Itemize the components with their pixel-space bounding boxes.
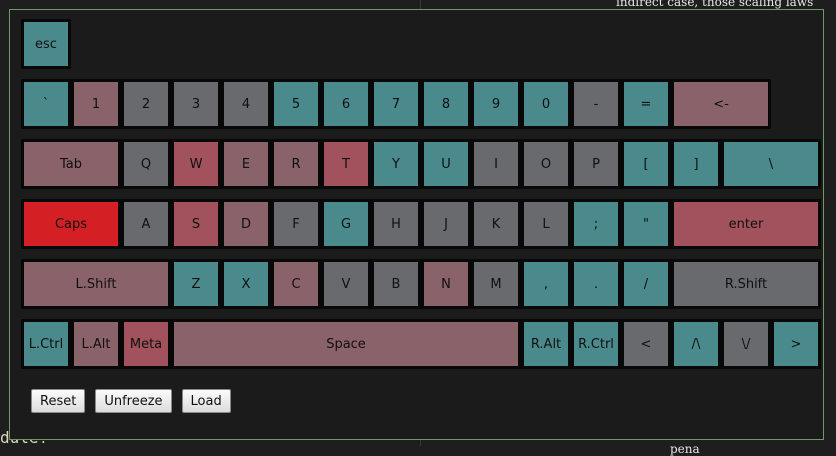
key-4[interactable]: 4 bbox=[221, 79, 271, 129]
key-l[interactable]: L bbox=[521, 199, 571, 249]
key-n[interactable]: N bbox=[421, 259, 471, 309]
key-sym-1-11[interactable]: - bbox=[571, 79, 621, 129]
key-sym-2-12[interactable]: ] bbox=[671, 139, 721, 189]
key-2[interactable]: 2 bbox=[121, 79, 171, 129]
key-z[interactable]: Z bbox=[171, 259, 221, 309]
key-meta[interactable]: Meta bbox=[121, 319, 171, 369]
load-button[interactable]: Load bbox=[181, 389, 231, 413]
key-0[interactable]: 0 bbox=[521, 79, 571, 129]
key-u[interactable]: U bbox=[421, 139, 471, 189]
key-e[interactable]: E bbox=[221, 139, 271, 189]
key-8[interactable]: 8 bbox=[421, 79, 471, 129]
key-sym-1-12[interactable]: = bbox=[621, 79, 671, 129]
key-h[interactable]: H bbox=[371, 199, 421, 249]
key-sym-5-8[interactable]: \/ bbox=[721, 319, 771, 369]
key-l-ctrl[interactable]: L.Ctrl bbox=[21, 319, 71, 369]
key-sym-2-11[interactable]: [ bbox=[621, 139, 671, 189]
key-r-alt[interactable]: R.Alt bbox=[521, 319, 571, 369]
key-r-shift[interactable]: R.Shift bbox=[671, 259, 821, 309]
key-7[interactable]: 7 bbox=[371, 79, 421, 129]
key-r[interactable]: R bbox=[271, 139, 321, 189]
key-sym-1-0[interactable]: ` bbox=[21, 79, 71, 129]
key-9[interactable]: 9 bbox=[471, 79, 521, 129]
key-p[interactable]: P bbox=[571, 139, 621, 189]
key-a[interactable]: A bbox=[121, 199, 171, 249]
key-g[interactable]: G bbox=[321, 199, 371, 249]
key-y[interactable]: Y bbox=[371, 139, 421, 189]
key-l-shift[interactable]: L.Shift bbox=[21, 259, 171, 309]
unfreeze-button[interactable]: Unfreeze bbox=[95, 389, 172, 413]
key-5[interactable]: 5 bbox=[271, 79, 321, 129]
key-sym-3-10[interactable]: ; bbox=[571, 199, 621, 249]
key-c[interactable]: C bbox=[271, 259, 321, 309]
reset-button[interactable]: Reset bbox=[31, 389, 86, 413]
key-enter[interactable]: enter bbox=[671, 199, 821, 249]
key-space[interactable]: Space bbox=[171, 319, 521, 369]
key-tab[interactable]: Tab bbox=[21, 139, 121, 189]
key-m[interactable]: M bbox=[471, 259, 521, 309]
key-6[interactable]: 6 bbox=[321, 79, 371, 129]
key-x[interactable]: X bbox=[221, 259, 271, 309]
key-b[interactable]: B bbox=[371, 259, 421, 309]
key-q[interactable]: Q bbox=[121, 139, 171, 189]
key-l-alt[interactable]: L.Alt bbox=[71, 319, 121, 369]
key-sym-5-7[interactable]: /\ bbox=[671, 319, 721, 369]
key-i[interactable]: I bbox=[471, 139, 521, 189]
key-sym-3-11[interactable]: " bbox=[621, 199, 671, 249]
key-sym-4-10[interactable]: / bbox=[621, 259, 671, 309]
key-w[interactable]: W bbox=[171, 139, 221, 189]
key-v[interactable]: V bbox=[321, 259, 371, 309]
action-bar: Reset Unfreeze Load bbox=[31, 389, 231, 413]
key-sym-4-8[interactable]: , bbox=[521, 259, 571, 309]
key-o[interactable]: O bbox=[521, 139, 571, 189]
key-sym-1-13[interactable]: <- bbox=[671, 79, 771, 129]
key-3[interactable]: 3 bbox=[171, 79, 221, 129]
key-k[interactable]: K bbox=[471, 199, 521, 249]
key-r-ctrl[interactable]: R.Ctrl bbox=[571, 319, 621, 369]
key-sym-2-13[interactable]: \ bbox=[721, 139, 821, 189]
key-caps[interactable]: Caps bbox=[21, 199, 121, 249]
key-esc[interactable]: esc bbox=[21, 19, 71, 69]
key-t[interactable]: T bbox=[321, 139, 371, 189]
key-sym-5-9[interactable]: > bbox=[771, 319, 821, 369]
key-s[interactable]: S bbox=[171, 199, 221, 249]
key-d[interactable]: D bbox=[221, 199, 271, 249]
key-j[interactable]: J bbox=[421, 199, 471, 249]
key-1[interactable]: 1 bbox=[71, 79, 121, 129]
key-f[interactable]: F bbox=[271, 199, 321, 249]
virtual-keyboard: esc ` 1 2 3 4 5 6 7 8 9 0- = <- Tab Q W E R T Y U I O P[] \ Caps A S… bbox=[0, 0, 836, 370]
key-sym-5-6[interactable]: < bbox=[621, 319, 671, 369]
key-sym-4-9[interactable]: . bbox=[571, 259, 621, 309]
